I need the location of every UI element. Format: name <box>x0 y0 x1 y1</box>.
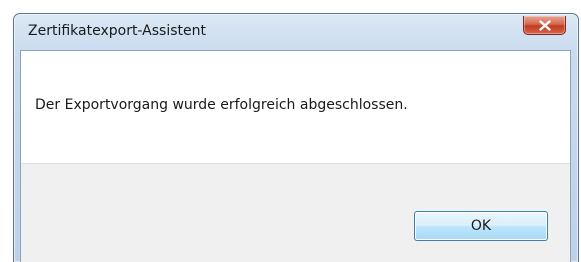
button-bar: OK <box>21 163 570 262</box>
dialog-window: Zertifikatexport-Assistent Der Exportvor… <box>13 13 579 262</box>
dialog-message: Der Exportvorgang wurde erfolgreich abge… <box>35 97 408 113</box>
ok-button[interactable]: OK <box>414 211 548 241</box>
window-title: Zertifikatexport-Assistent <box>28 23 206 39</box>
close-button[interactable] <box>523 16 566 35</box>
dialog-client-area: Der Exportvorgang wurde erfolgreich abge… <box>20 50 571 262</box>
message-area: Der Exportvorgang wurde erfolgreich abge… <box>21 51 570 163</box>
title-bar[interactable]: Zertifikatexport-Assistent <box>14 14 578 50</box>
close-icon <box>538 19 551 31</box>
